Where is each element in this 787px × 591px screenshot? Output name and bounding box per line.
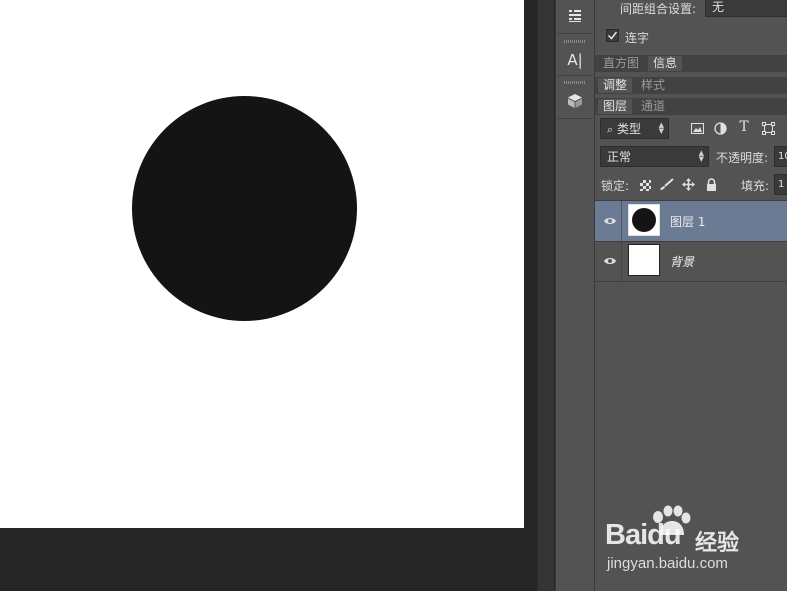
visibility-eye-icon[interactable] — [603, 215, 617, 227]
document-canvas[interactable] — [0, 0, 524, 528]
layer-filter-kind: 类型 — [617, 122, 642, 136]
watermark-brand: Baidu — [605, 519, 682, 551]
vertical-scrollbar[interactable] — [537, 0, 554, 591]
circle-thumbnail-shape — [632, 208, 656, 232]
visibility-eye-icon[interactable] — [603, 255, 617, 267]
fill-input[interactable]: 1 — [774, 174, 787, 195]
tab-styles[interactable]: 样式 — [636, 78, 671, 93]
dropdown-arrows-icon: ▲ ▼ — [698, 149, 704, 163]
strip-separator — [558, 33, 592, 34]
spacing-label: 间距组合设置: — [620, 2, 697, 16]
lock-all-padlock-icon[interactable] — [703, 176, 719, 192]
watermark-url: jingyan.baidu.com — [607, 555, 728, 572]
black-circle-shape[interactable] — [132, 96, 357, 321]
blend-mode-select[interactable]: 正常 ▲ ▼ — [600, 146, 709, 167]
opacity-input[interactable]: 10 — [774, 146, 787, 167]
paragraph-panel-icon[interactable] — [560, 3, 590, 29]
lock-image-pixels-brush-icon[interactable] — [658, 176, 674, 192]
spacing-row: 间距组合设置: 无 — [595, 0, 787, 19]
character-panel-icon[interactable]: A| — [560, 47, 590, 73]
layer-filter-select[interactable]: ⌕ 类型 ▲ ▼ — [600, 118, 669, 139]
tab-layers[interactable]: 图层 — [598, 99, 633, 114]
histogram-info-tabbar: 直方图 信息 — [595, 55, 787, 72]
panel-icon-strip: A| — [555, 0, 595, 591]
layer-thumbnail[interactable] — [628, 244, 660, 276]
cube-icon — [568, 94, 582, 108]
strip-separator — [558, 118, 592, 119]
layer-name[interactable]: 图层 1 — [670, 213, 705, 230]
ligature-checkbox[interactable] — [606, 29, 619, 42]
layer-row-layer-1[interactable]: 图层 1 — [595, 201, 787, 241]
fill-value: 1 — [778, 179, 785, 190]
blend-mode-value: 正常 — [607, 150, 632, 164]
paragraph-lines-icon — [569, 10, 581, 22]
tab-channels[interactable]: 通道 — [636, 99, 671, 114]
layer-row-divider — [621, 201, 622, 241]
dropdown-arrows-icon: ▲ ▼ — [658, 121, 664, 135]
lock-transparent-pixels-icon[interactable] — [637, 177, 653, 193]
opacity-value: 10 — [778, 151, 787, 162]
layer-name[interactable]: 背景 — [670, 253, 694, 270]
spacing-select[interactable]: 无 — [705, 0, 787, 17]
fill-label: 填充: — [741, 179, 770, 193]
lock-position-move-icon[interactable] — [680, 176, 696, 192]
opacity-label: 不透明度: — [716, 151, 769, 165]
search-icon: ⌕ — [607, 123, 614, 136]
strip-grip[interactable] — [564, 81, 586, 84]
checkmark-icon — [607, 31, 618, 40]
layer-row-divider — [621, 241, 622, 281]
tab-adjustments[interactable]: 调整 — [598, 78, 633, 93]
adjustments-styles-tabbar: 调整 样式 — [595, 77, 787, 94]
strip-grip[interactable] — [564, 40, 586, 43]
lock-label: 锁定: — [601, 179, 630, 193]
ligature-label: 连字 — [625, 31, 650, 45]
adjustment-filter-icon[interactable] — [712, 120, 728, 136]
baidu-jingyan-watermark: Baidu 经验 jingyan.baidu.com — [603, 505, 787, 591]
watermark-brand-cn: 经验 — [695, 531, 740, 556]
layer-list-divider — [595, 281, 787, 282]
ligature-row: 连字 — [595, 26, 787, 46]
layers-channels-tabbar: 图层 通道 — [595, 98, 787, 115]
shape-filter-icon[interactable] — [760, 120, 776, 136]
type-filter-icon[interactable]: T — [736, 119, 752, 135]
layer-thumbnail[interactable] — [628, 204, 660, 236]
spacing-value: 无 — [712, 0, 725, 14]
image-filter-icon[interactable] — [689, 120, 705, 136]
layer-row-background[interactable]: 背景 — [595, 241, 787, 281]
document-workspace[interactable] — [0, 0, 537, 591]
right-panel-dock: 间距组合设置: 无 连字 直方图 信息 调整 样式 图层 通道 ⌕ 类型 ▲ ▼ … — [595, 0, 787, 591]
3d-panel-icon[interactable] — [560, 88, 590, 114]
tab-info[interactable]: 信息 — [648, 56, 683, 71]
tab-histogram[interactable]: 直方图 — [598, 56, 645, 71]
character-icon: A| — [567, 51, 583, 69]
strip-separator — [558, 75, 592, 76]
